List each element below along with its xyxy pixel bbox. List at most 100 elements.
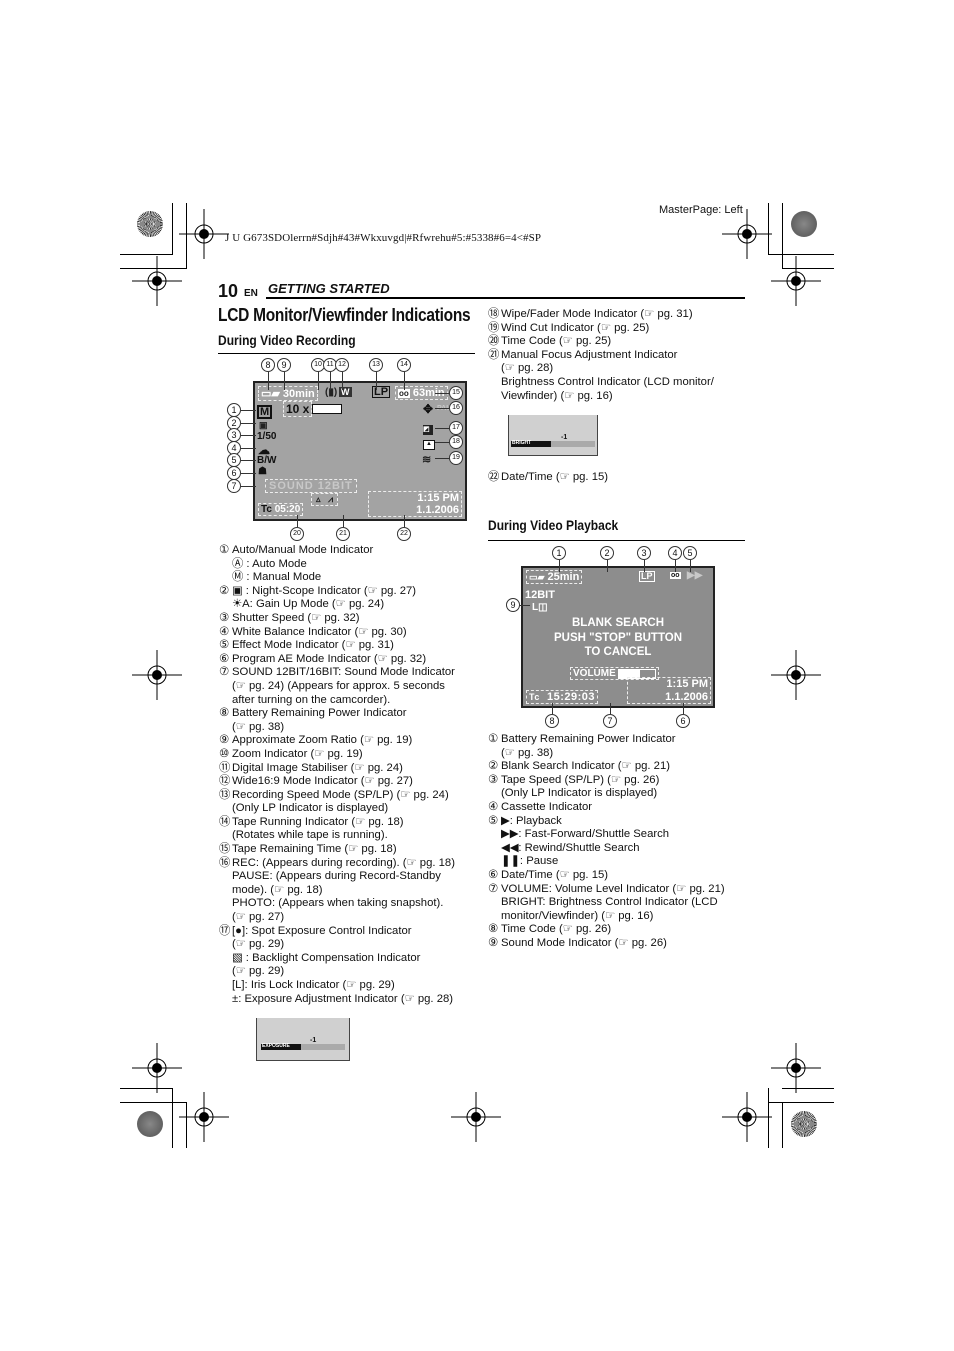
legend-item: (Only LP Indicator is displayed) bbox=[488, 787, 725, 801]
registration-mark-icon bbox=[179, 209, 229, 259]
legend-number: ⑨ bbox=[488, 936, 499, 949]
datetime-legend: ㉒ Date/Time (☞ pg. 15) bbox=[488, 471, 609, 483]
legend-item: after turning on the camcorder). bbox=[219, 694, 455, 708]
recording-legend-continued: ⑱ Wipe/Fader Mode Indicator (☞ pg. 31) ⑲ Wi… bbox=[488, 308, 714, 403]
legend-text: (☞ pg. 29) bbox=[232, 938, 285, 951]
callout-marker: 21 bbox=[336, 527, 350, 541]
speaker-icon: L◫ bbox=[532, 602, 548, 613]
battery-indicator: ▭▰ 30min bbox=[258, 386, 318, 401]
leader-line bbox=[644, 560, 645, 572]
legend-item: ③ Tape Speed (SP/LP) (☞ pg. 26) bbox=[488, 774, 725, 788]
exposure-value: -1 bbox=[310, 1037, 317, 1044]
legend-text: SOUND 12BIT/16BIT: Sound Mode Indicator bbox=[232, 666, 455, 679]
program-ae-icon: ☗ bbox=[258, 466, 267, 477]
legend-number: ⑦ bbox=[219, 666, 230, 679]
leader-line bbox=[241, 423, 256, 424]
callout-marker: 14 bbox=[397, 358, 411, 372]
legend-item: ⑤ ▶: Playback bbox=[488, 815, 725, 829]
blank-search-message: BLANK SEARCH PUSH "STOP" BUTTON TO CANCE… bbox=[553, 617, 683, 658]
legend-item: (☞ pg. 38) bbox=[219, 721, 455, 735]
zoom-ratio: 10 x bbox=[283, 401, 313, 417]
legend-number: ⑥ bbox=[219, 652, 230, 665]
legend-number: ⑰ bbox=[219, 924, 231, 937]
legend-text: after turning on the camcorder). bbox=[232, 693, 391, 706]
legend-number: ⑧ bbox=[219, 707, 230, 720]
legend-text: Recording Speed Mode (SP/LP) (☞ pg. 24) bbox=[232, 788, 449, 801]
legend-item: ⑦ VOLUME: Volume Level Indicator (☞ pg. 2… bbox=[488, 883, 725, 897]
callout-marker: 3 bbox=[637, 546, 651, 560]
legend-item: Brightness Control Indicator (LCD monito… bbox=[488, 376, 714, 390]
registration-mark-icon bbox=[771, 1043, 821, 1093]
legend-number: ⑤ bbox=[488, 814, 499, 827]
shutter-speed: 1/50 bbox=[257, 431, 277, 442]
callout-marker: 5 bbox=[683, 546, 697, 560]
registration-mark-icon bbox=[132, 1043, 182, 1093]
legend-text: Battery Remaining Power Indicator bbox=[501, 733, 676, 745]
legend-item: ⑤ Effect Mode Indicator (☞ pg. 31) bbox=[219, 639, 455, 653]
legend-text: Tape Remaining Time (☞ pg. 18) bbox=[232, 843, 397, 856]
leader-line bbox=[404, 515, 405, 527]
legend-text: PAUSE: (Appears during Record-Standby bbox=[232, 870, 441, 883]
legend-item: (Only LP Indicator is displayed) bbox=[219, 802, 455, 816]
legend-number: ⑭ bbox=[219, 815, 231, 828]
callout-marker: 1 bbox=[227, 403, 241, 417]
legend-text: ▧ : Backlight Compensation Indicator bbox=[232, 951, 421, 964]
legend-number: ④ bbox=[219, 625, 230, 638]
legend-item: ◀◀: Rewind/Shuttle Search bbox=[488, 842, 725, 856]
bright-bar-empty bbox=[551, 441, 595, 447]
time-code-box: Tc 15:29:03 bbox=[526, 690, 599, 704]
callout-marker: 5 bbox=[227, 453, 241, 467]
legend-text: Time Code (☞ pg. 25) bbox=[501, 335, 612, 348]
leader-line bbox=[268, 372, 269, 390]
registration-mark-icon bbox=[722, 209, 772, 259]
leader-line bbox=[435, 458, 449, 459]
legend-text: ❚❚: Pause bbox=[501, 855, 559, 868]
legend-item: mode). (☞ pg. 18) bbox=[219, 884, 455, 898]
leader-line bbox=[241, 410, 256, 411]
legend-number: ⑱ bbox=[488, 308, 500, 320]
wide-indicator: W bbox=[339, 387, 352, 397]
legend-item: ④ White Balance Indicator (☞ pg. 30) bbox=[219, 626, 455, 640]
exposure-label: EXPOSURE bbox=[262, 1043, 290, 1049]
legend-item: ⑧ Time Code (☞ pg. 26) bbox=[488, 923, 725, 937]
callout-marker: 12 bbox=[335, 358, 349, 372]
legend-item: Viewfinder) (☞ pg. 16) bbox=[488, 390, 714, 404]
legend-item: (☞ pg. 38) bbox=[488, 747, 725, 761]
language-label: EN bbox=[244, 288, 258, 299]
legend-number: ② bbox=[488, 760, 499, 773]
lp-indicator: LP bbox=[639, 571, 655, 582]
callout-marker: 17 bbox=[449, 421, 463, 435]
battery-indicator: ▭▰ 25min bbox=[526, 570, 583, 584]
leader-line bbox=[675, 560, 676, 572]
callout-marker: 18 bbox=[449, 435, 463, 449]
leader-line bbox=[241, 448, 256, 449]
legend-text: VOLUME: Volume Level Indicator (☞ pg. 21… bbox=[501, 882, 725, 895]
leader-line bbox=[683, 703, 684, 714]
battery-icon: ▭▰ bbox=[529, 572, 545, 582]
legend-number: ⑪ bbox=[219, 761, 231, 774]
legend-item: ⑥ Date/Time (☞ pg. 15) bbox=[488, 869, 725, 883]
playback-heading: During Video Playback bbox=[488, 517, 619, 533]
recording-heading: During Video Recording bbox=[218, 332, 356, 348]
legend-item: (☞ pg. 29) bbox=[219, 965, 455, 979]
lp-indicator: LP bbox=[372, 386, 391, 398]
date-time-box: 1:15 PM 1.1.2006 bbox=[368, 491, 462, 517]
legend-text: Ⓐ : Auto Mode bbox=[232, 557, 307, 570]
zoom-bar bbox=[312, 404, 342, 414]
legend-number: ① bbox=[488, 733, 499, 745]
leader-line bbox=[241, 435, 256, 436]
leader-line bbox=[241, 486, 256, 487]
legend-text: Cassette Indicator bbox=[501, 800, 593, 813]
legend-number: ⑮ bbox=[219, 843, 231, 856]
legend-text: Program AE Mode Indicator (☞ pg. 32) bbox=[232, 652, 427, 665]
leader-line bbox=[435, 408, 449, 409]
legend-item: ⑧ Battery Remaining Power Indicator bbox=[219, 707, 455, 721]
section-title: GETTING STARTED bbox=[268, 281, 390, 296]
legend-item: ② Blank Search Indicator (☞ pg. 21) bbox=[488, 760, 725, 774]
legend-number: ⑦ bbox=[488, 882, 499, 895]
bright-label: BRIGHT bbox=[512, 440, 532, 446]
legend-item: ▶▶: Fast-Forward/Shuttle Search bbox=[488, 828, 725, 842]
legend-item: ⑥ Program AE Mode Indicator (☞ pg. 32) bbox=[219, 653, 455, 667]
legend-item: ⑩ Zoom Indicator (☞ pg. 19) bbox=[219, 748, 455, 762]
legend-item: ⑯ REC: (Appears during recording). (☞ pg.… bbox=[219, 857, 455, 871]
